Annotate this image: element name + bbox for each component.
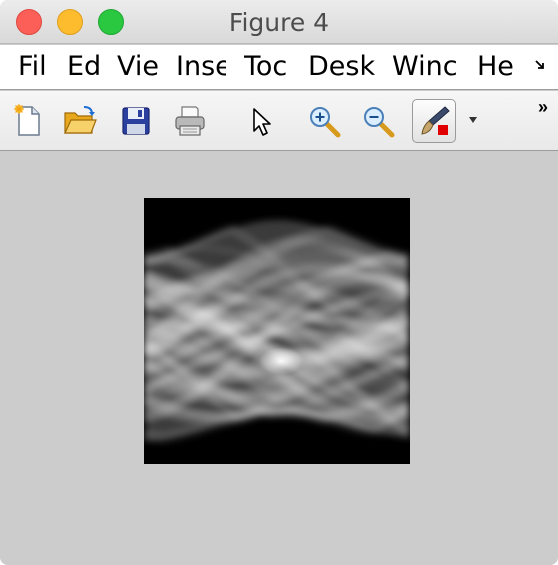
menu-edit[interactable]: Ed [67, 51, 103, 83]
zoom-out-icon [364, 107, 395, 138]
new-document-icon [14, 104, 40, 136]
menu-desktop[interactable]: Desk [308, 51, 378, 83]
zoom-out-button[interactable] [360, 103, 396, 139]
window-title: Figure 4 [228, 8, 330, 37]
edit-plot-button[interactable] [244, 103, 280, 139]
brush-dropdown-arrow-icon[interactable] [468, 116, 478, 124]
brush-button[interactable] [412, 99, 456, 143]
brush-icon [421, 106, 450, 135]
menu-view[interactable]: Vie [117, 51, 161, 83]
zoom-in-button[interactable] [306, 103, 342, 139]
save-button[interactable] [118, 103, 154, 139]
menu-help[interactable]: He [477, 51, 519, 83]
open-file-button[interactable] [62, 103, 98, 139]
figure-canvas [0, 152, 558, 565]
double-chevron-icon[interactable]: » [538, 97, 548, 118]
menu-bar: Fil Ed Vie Inse Toc Desk Winc He [0, 45, 558, 90]
figure-window: Figure 4 Fil Ed Vie Inse Toc Desk Winc H… [0, 0, 558, 565]
folder-open-icon [64, 106, 97, 134]
sinogram-image[interactable] [144, 198, 410, 464]
menu-tools[interactable]: Toc [244, 51, 294, 83]
printer-icon [175, 106, 205, 136]
print-button[interactable] [172, 103, 208, 139]
new-figure-button[interactable] [10, 103, 46, 139]
overflow-arrow-icon[interactable] [534, 55, 546, 76]
pointer-arrow-icon [253, 108, 271, 136]
menu-file[interactable]: Fil [18, 51, 52, 83]
floppy-disk-icon [122, 107, 150, 135]
title-bar[interactable]: Figure 4 [0, 0, 558, 44]
zoom-in-icon [310, 107, 341, 138]
menu-insert[interactable]: Inse [176, 51, 226, 83]
menu-window[interactable]: Winc [392, 51, 460, 83]
